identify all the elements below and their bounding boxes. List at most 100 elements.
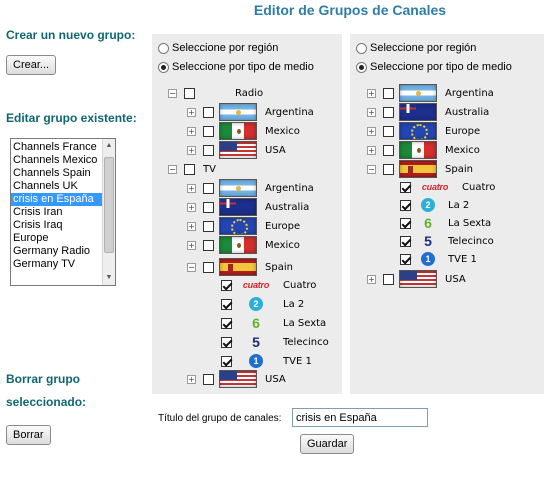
tree-label: Mexico <box>265 125 300 137</box>
checkbox-checked-icon[interactable] <box>400 181 411 193</box>
collapse-icon[interactable]: − <box>168 164 177 174</box>
tree-label: Spain <box>445 163 473 175</box>
scroll-down-arrow-icon[interactable]: ▼ <box>103 272 115 284</box>
checkbox-checked-icon[interactable] <box>400 235 411 247</box>
checkbox-checked-icon[interactable] <box>221 355 232 367</box>
tree-label: Europe <box>445 125 481 137</box>
tree-node-tv: − TV <box>168 160 216 178</box>
tree-node-channel: 2 La 2 <box>214 295 304 313</box>
expand-icon[interactable]: + <box>367 274 376 284</box>
expand-icon[interactable]: + <box>367 88 376 98</box>
tree-panel-left: Seleccione por región Seleccione por tip… <box>152 34 342 394</box>
radio-button-selected-icon[interactable] <box>356 61 367 73</box>
expand-icon[interactable]: + <box>367 107 376 117</box>
radio-button-icon[interactable] <box>356 42 367 54</box>
radio-by-media[interactable]: Seleccione por tipo de medio <box>158 60 314 74</box>
tree-node-channel: 1 TVE 1 <box>393 250 477 268</box>
list-item[interactable]: Europe <box>11 232 103 245</box>
tree-label: USA <box>265 373 286 385</box>
tree-label: La 2 <box>283 298 305 310</box>
expand-icon[interactable]: + <box>187 183 196 193</box>
tree-node-country: + USA <box>187 141 286 159</box>
tree-node-country: + Argentina <box>367 84 494 102</box>
tree-node-country: + Mexico <box>187 122 300 140</box>
save-button[interactable]: Guardar <box>300 434 355 454</box>
checkbox-checked-icon[interactable] <box>221 336 232 348</box>
expand-icon[interactable]: + <box>187 240 196 250</box>
list-item[interactable]: Crisis Iran <box>11 206 103 219</box>
checkbox-icon[interactable] <box>184 87 195 99</box>
scrollbar-thumb[interactable] <box>104 157 114 253</box>
collapse-icon[interactable]: − <box>168 88 177 98</box>
tree-node-country: + Australia <box>187 198 309 216</box>
checkbox-icon[interactable] <box>383 87 394 99</box>
expand-icon[interactable]: + <box>367 145 376 155</box>
scroll-up-arrow-icon[interactable]: ▲ <box>103 140 115 152</box>
expand-icon[interactable]: + <box>187 107 196 117</box>
checkbox-checked-icon[interactable] <box>400 253 411 265</box>
australia-flag-icon <box>219 198 257 216</box>
delete-group-label-line1: Borrar grupo <box>6 372 81 386</box>
mexico-flag-icon <box>219 236 257 254</box>
list-item[interactable]: Germany Radio <box>11 245 103 258</box>
checkbox-icon[interactable] <box>383 144 394 156</box>
tree-node-country: + Mexico <box>367 141 480 159</box>
expand-icon[interactable]: + <box>187 126 196 136</box>
group-title-input[interactable] <box>292 408 428 427</box>
checkbox-icon[interactable] <box>203 106 214 118</box>
checkbox-checked-icon[interactable] <box>221 298 232 310</box>
checkbox-icon[interactable] <box>383 106 394 118</box>
tree-node-channel: 5 Telecinco <box>214 333 329 351</box>
list-item[interactable]: Channels Mexico <box>11 154 103 167</box>
groups-listbox[interactable]: Channels France Channels Mexico Channels… <box>10 138 116 286</box>
checkbox-icon[interactable] <box>203 125 214 137</box>
checkbox-icon[interactable] <box>203 239 214 251</box>
checkbox-icon[interactable] <box>383 125 394 137</box>
list-item[interactable]: Channels Spain <box>11 167 103 180</box>
argentina-flag-icon <box>399 84 437 102</box>
expand-icon[interactable]: + <box>187 202 196 212</box>
expand-icon[interactable]: + <box>187 374 196 384</box>
tree-label: Australia <box>445 106 490 118</box>
checkbox-icon[interactable] <box>203 201 214 213</box>
checkbox-checked-icon[interactable] <box>400 199 411 211</box>
checkbox-icon[interactable] <box>203 182 214 194</box>
checkbox-icon[interactable] <box>383 273 394 285</box>
checkbox-checked-icon[interactable] <box>221 317 232 329</box>
list-item[interactable]: Germany TV <box>11 258 103 271</box>
expand-icon[interactable]: + <box>367 126 376 136</box>
radio-by-region[interactable]: Seleccione por región <box>356 41 476 55</box>
checkbox-icon[interactable] <box>203 220 214 232</box>
list-item[interactable]: Channels UK <box>11 180 103 193</box>
checkbox-icon[interactable] <box>203 373 214 385</box>
checkbox-checked-icon[interactable] <box>221 279 232 291</box>
delete-button[interactable]: Borrar <box>6 425 51 445</box>
expand-icon[interactable]: + <box>187 221 196 231</box>
radio-by-region[interactable]: Seleccione por región <box>158 41 278 55</box>
tree-label: Argentina <box>265 106 314 118</box>
checkbox-icon[interactable] <box>383 163 394 175</box>
checkbox-icon[interactable] <box>203 261 214 273</box>
list-item[interactable]: Crisis Iraq <box>11 219 103 232</box>
checkbox-icon[interactable] <box>184 163 195 175</box>
checkbox-icon[interactable] <box>203 144 214 156</box>
collapse-icon[interactable]: − <box>367 164 376 174</box>
tree-label: Mexico <box>445 144 480 156</box>
listbox-scrollbar[interactable]: ▲ ▼ <box>102 139 115 285</box>
radio-button-selected-icon[interactable] <box>158 61 169 73</box>
tree-node-country: + Argentina <box>187 103 314 121</box>
tree-label: Argentina <box>445 87 494 99</box>
radio-button-icon[interactable] <box>158 42 169 54</box>
list-item[interactable]: Channels France <box>11 141 103 154</box>
tree-node-channel: cuatro Cuatro <box>214 276 316 294</box>
tree-label: Europe <box>265 220 301 232</box>
list-item-selected[interactable]: crisis en España <box>11 193 103 206</box>
delete-group-label-line2: seleccionado: <box>6 395 87 409</box>
create-button[interactable]: Crear... <box>6 55 57 75</box>
checkbox-checked-icon[interactable] <box>400 217 411 229</box>
tree-node-country: + USA <box>367 270 466 288</box>
expand-icon[interactable]: + <box>187 145 196 155</box>
radio-label: Seleccione por región <box>172 42 279 54</box>
collapse-icon[interactable]: − <box>187 262 196 272</box>
radio-by-media[interactable]: Seleccione por tipo de medio <box>356 60 512 74</box>
